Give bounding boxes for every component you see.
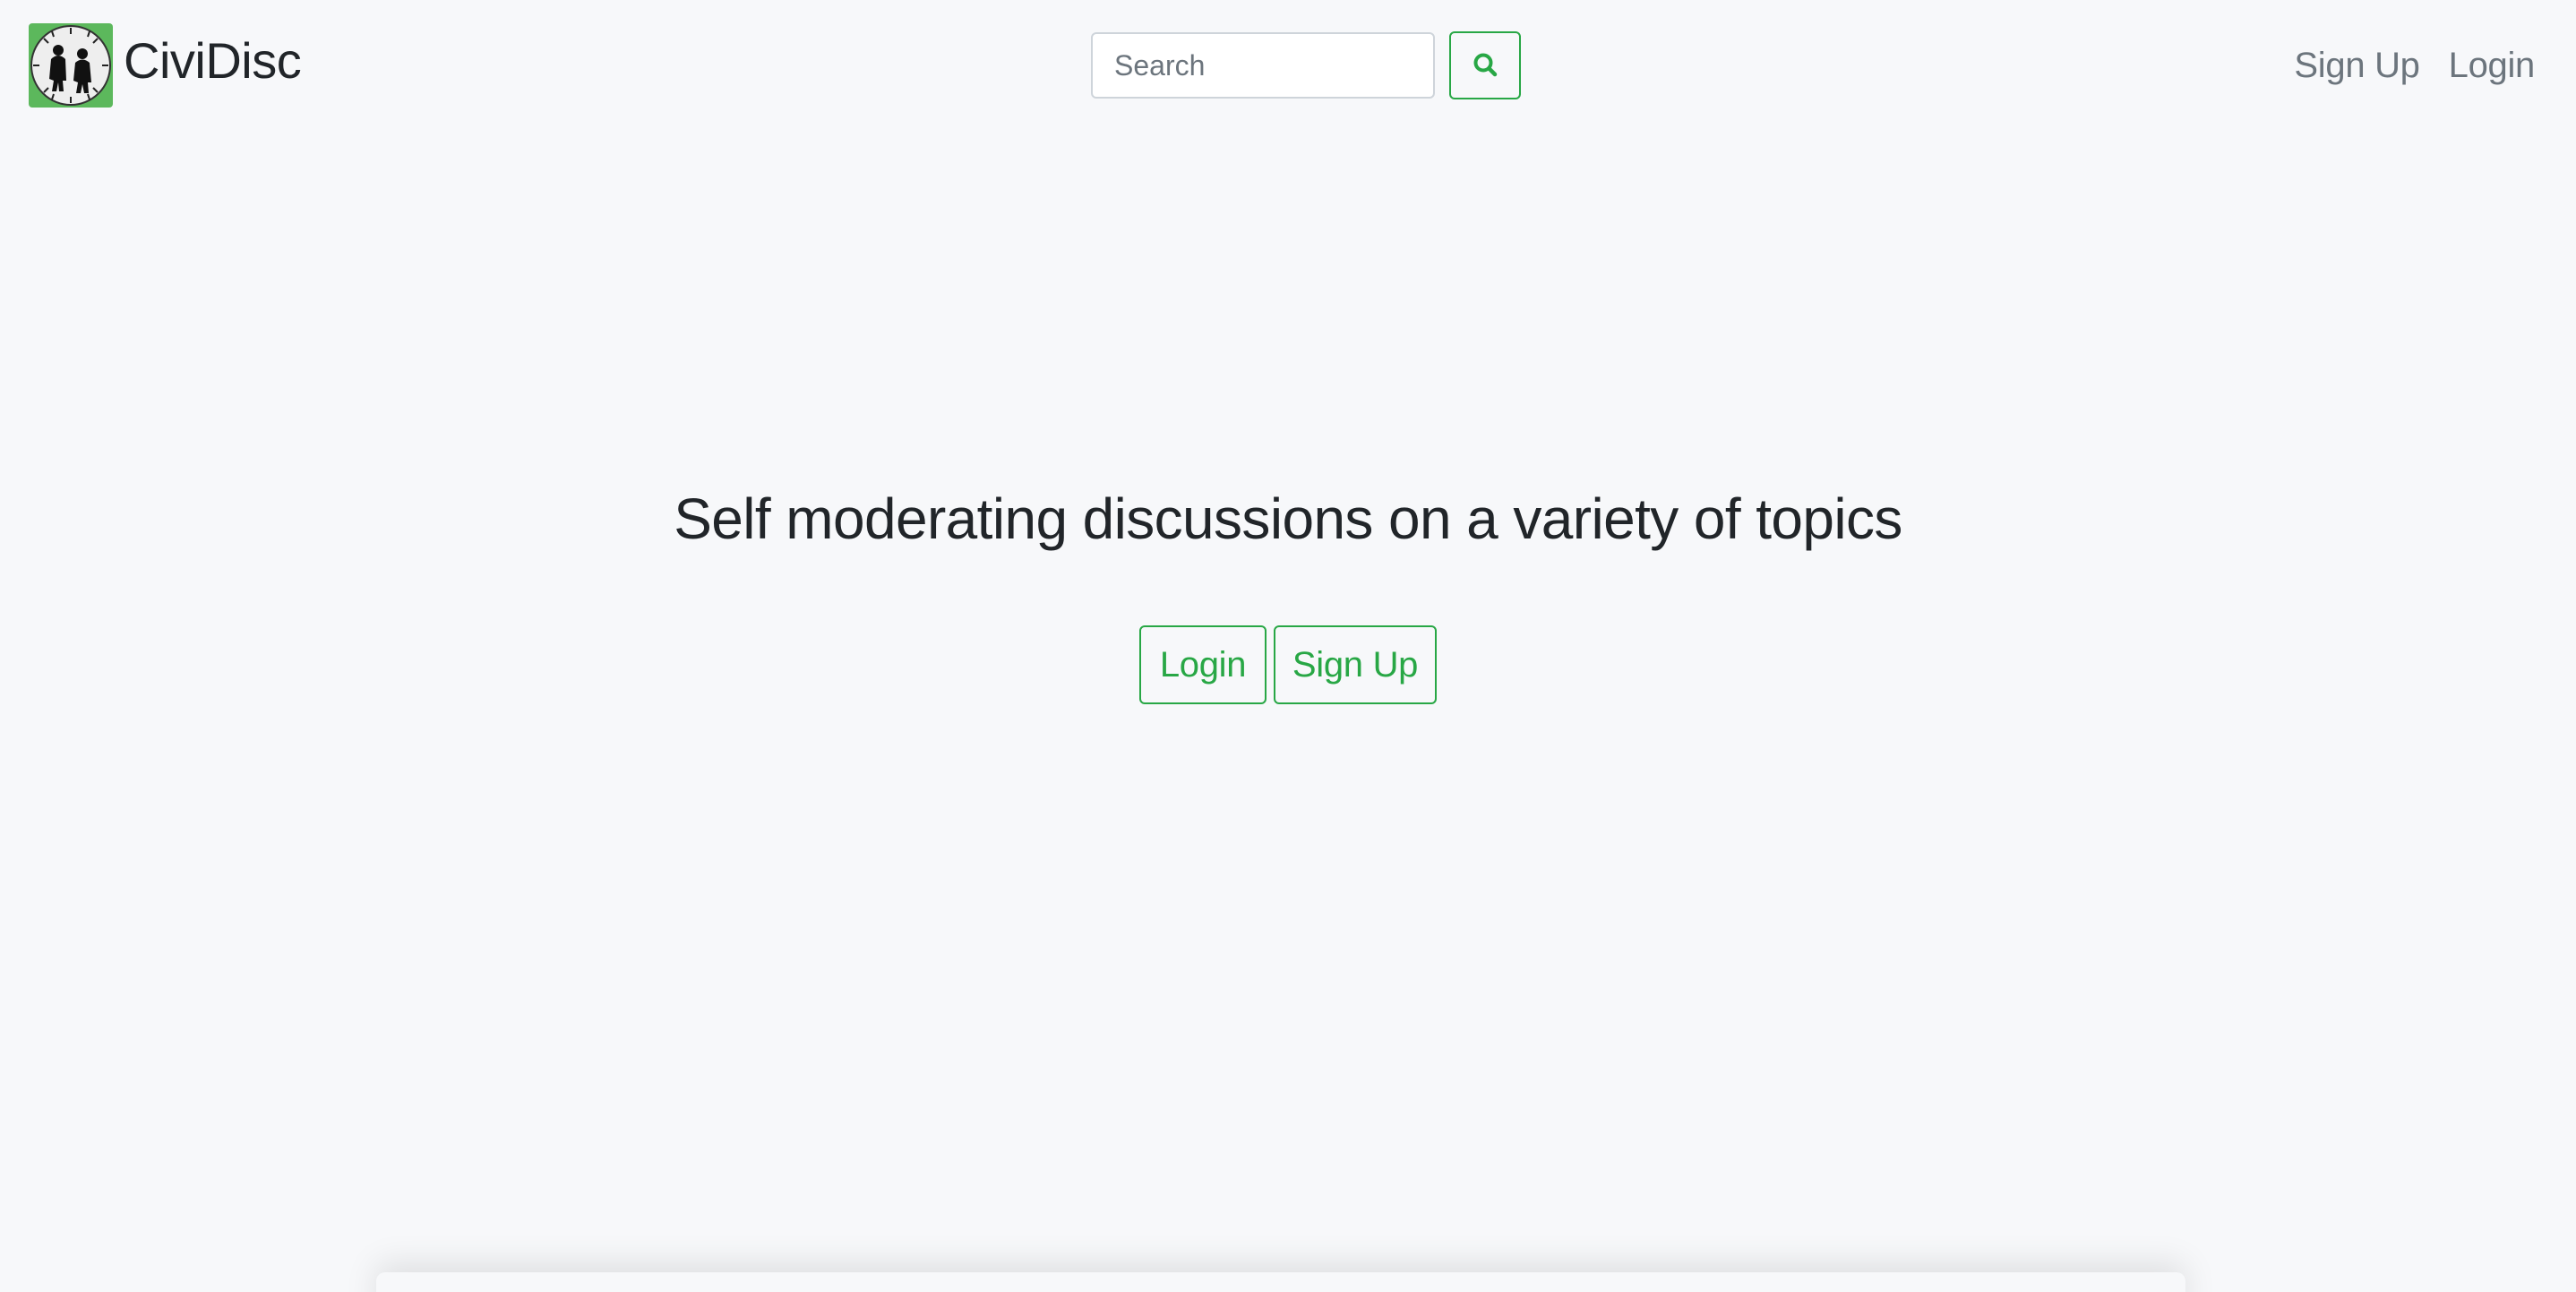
two-figures-clock-logo-icon — [29, 23, 113, 108]
top-navbar: CiviDisc Sign Up Login — [0, 0, 2576, 134]
nav-links: Sign Up Login — [2265, 41, 2535, 90]
hero-title: Self moderating discussions on a variety… — [674, 487, 1902, 551]
nav-login-link[interactable]: Login — [2449, 41, 2536, 90]
page: CiviDisc Sign Up Login Self moderating d… — [0, 0, 2576, 1292]
search-icon — [1472, 51, 1498, 81]
hero-signup-button[interactable]: Sign Up — [1274, 625, 1437, 704]
brand-link[interactable]: CiviDisc — [29, 23, 302, 108]
search-button[interactable] — [1449, 31, 1521, 99]
hero-login-button[interactable]: Login — [1139, 625, 1267, 704]
nav-sign-up-link[interactable]: Sign Up — [2294, 41, 2420, 90]
brand-name: CiviDisc — [124, 32, 302, 89]
search-input[interactable] — [1091, 32, 1435, 99]
content-card-edge — [376, 1272, 2185, 1292]
search-form — [1091, 31, 1521, 99]
hero-actions: Login Sign Up — [0, 625, 2576, 704]
hero-section: Self moderating discussions on a variety… — [0, 475, 2576, 704]
